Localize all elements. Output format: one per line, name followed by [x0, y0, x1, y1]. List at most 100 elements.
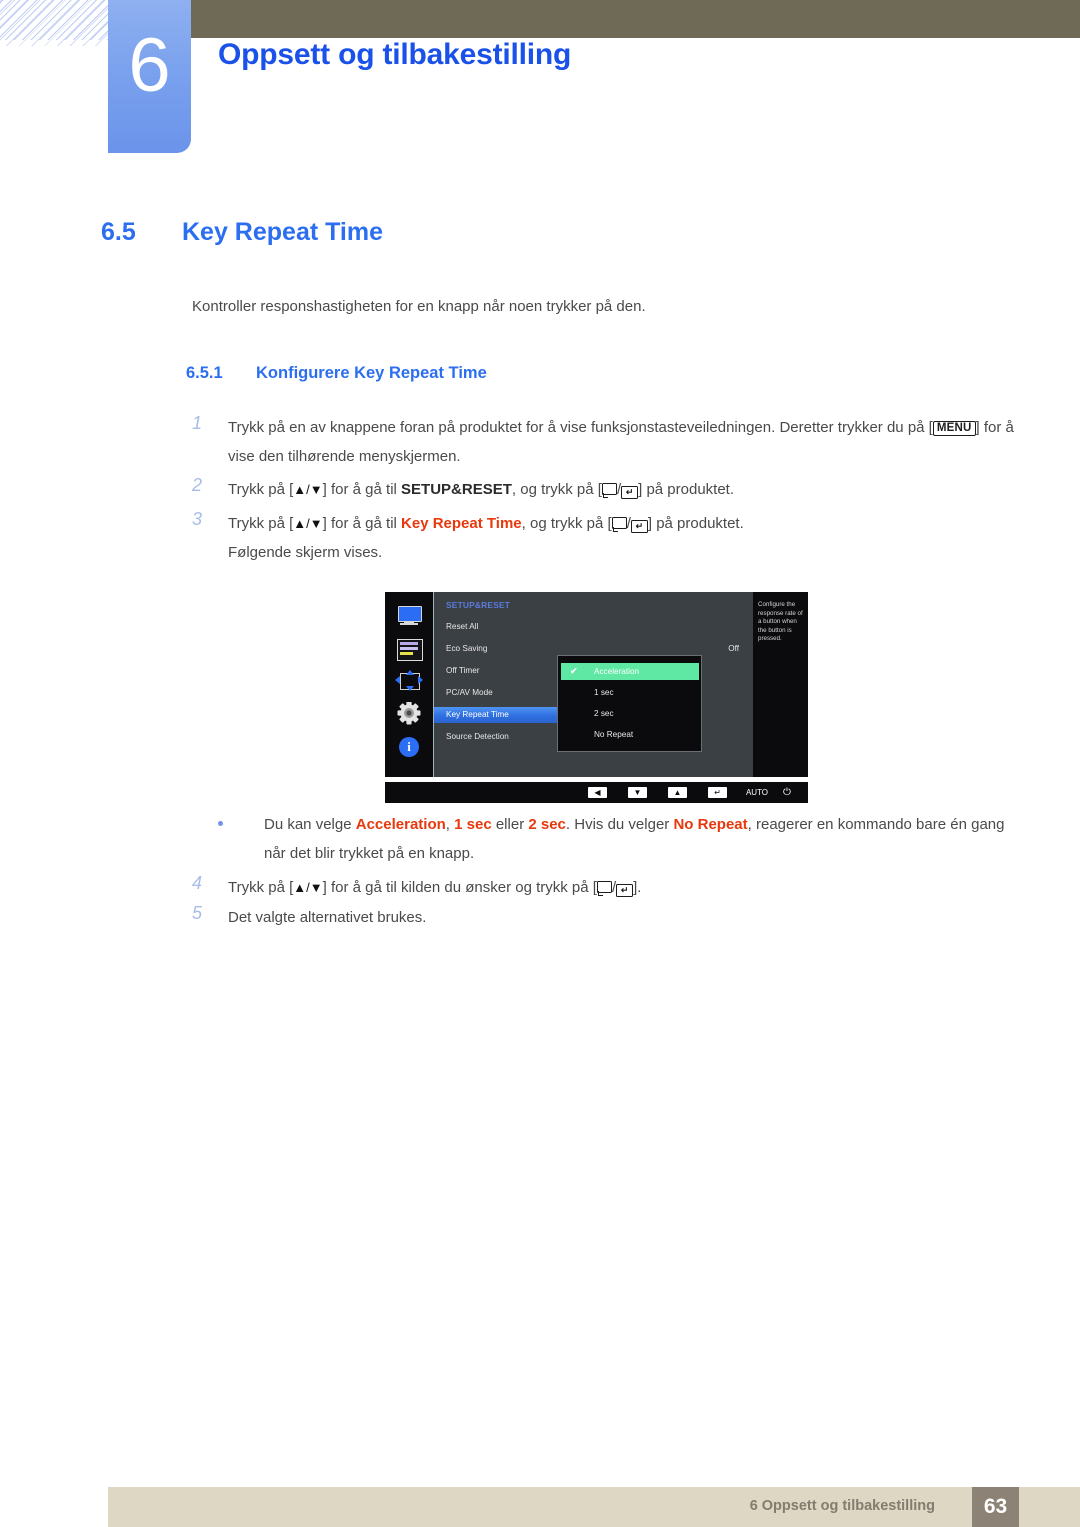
- check-icon: ✔: [570, 666, 578, 676]
- note-option-acceleration: Acceleration: [355, 816, 446, 833]
- step2-text-part2: ] for å gå til: [322, 481, 402, 498]
- note-part3: eller: [491, 816, 529, 833]
- osd-item-value-eco-saving: Off: [728, 644, 739, 653]
- note-option-2sec: 2 sec: [528, 816, 566, 833]
- note-bullet: Du kan velge Acceleration, 1 sec eller 2…: [218, 810, 1008, 868]
- chapter-number: 6: [128, 23, 171, 108]
- osd-submenu-item-1-sec[interactable]: 1 sec: [561, 684, 699, 701]
- step-number: 5: [192, 903, 203, 923]
- power-button[interactable]: ⏻: [779, 787, 795, 798]
- step1-text-part1: Trykk på en av knappene foran på produkt…: [228, 419, 933, 436]
- osd-menu-item-source-detection[interactable]: Source Detection: [434, 729, 574, 745]
- step-text: Trykk på [▲/▼] for å gå til Key Repeat T…: [228, 509, 1022, 567]
- down-button[interactable]: ▼: [628, 787, 647, 798]
- step-text: Det valgte alternativet brukes.: [228, 909, 427, 926]
- osd-item-label: Reset All: [446, 622, 479, 631]
- enter-key-icon: ↵: [621, 486, 639, 499]
- osd-screen: i SETUP&RESET Reset All Eco Saving Off O…: [385, 592, 808, 777]
- page-number: 63: [983, 1495, 1008, 1518]
- left-button[interactable]: ◀: [588, 787, 607, 798]
- position-arrows-icon[interactable]: [395, 670, 423, 694]
- up-down-arrows-icon: ▲/▼: [293, 880, 323, 895]
- up-down-arrows-icon: ▲/▼: [293, 482, 323, 497]
- gear-icon-svg: [397, 701, 421, 725]
- osd-menu-item-off-timer[interactable]: Off Timer: [434, 663, 574, 679]
- osd-menu-item-key-repeat-time[interactable]: Key Repeat Time: [434, 707, 569, 723]
- section-number: 6.5: [101, 218, 136, 246]
- note-option-1sec: 1 sec: [454, 816, 492, 833]
- section-intro-text: Kontroller responshastigheten for en kna…: [192, 298, 646, 315]
- osd-submenu-item-2-sec[interactable]: 2 sec: [561, 705, 699, 722]
- gear-icon[interactable]: [395, 701, 423, 726]
- step4-text-part4: ].: [633, 879, 642, 896]
- menu-keycap: MENU: [932, 421, 976, 436]
- bullet-dot-icon: [218, 821, 223, 826]
- source-box-icon: [601, 483, 617, 498]
- osd-item-label: PC/AV Mode: [446, 688, 493, 697]
- step4-text-part2: ] for å gå til kilden du ønsker og trykk…: [322, 879, 597, 896]
- enter-key-icon: ↵: [630, 520, 648, 533]
- osd-item-label: Key Repeat Time: [446, 710, 509, 719]
- osd-screenshot: i SETUP&RESET Reset All Eco Saving Off O…: [385, 592, 808, 803]
- up-button[interactable]: ▲: [668, 787, 687, 798]
- osd-submenu-item-acceleration[interactable]: ✔ Acceleration: [561, 663, 699, 680]
- osd-submenu-label: 2 sec: [594, 709, 614, 718]
- step-item: 1 Trykk på en av knappene foran på produ…: [192, 413, 1022, 471]
- osd-help-text: Configure the response rate of a button …: [753, 592, 808, 777]
- osd-item-label: Source Detection: [446, 732, 509, 741]
- subsection-title: Konfigurere Key Repeat Time: [256, 364, 487, 382]
- osd-item-label: Eco Saving: [446, 644, 488, 653]
- step-number: 4: [192, 873, 203, 893]
- step-item: 4 Trykk på [▲/▼] for å gå til kilden du …: [192, 873, 1022, 902]
- header-hatch-decoration-dense: [0, 0, 108, 40]
- chapter-title: Oppsett og tilbakestilling: [218, 38, 572, 71]
- osd-item-label: Off Timer: [446, 666, 480, 675]
- note-part4: . Hvis du velger: [565, 816, 674, 833]
- info-icon[interactable]: i: [395, 736, 423, 760]
- osd-submenu: ✔ Acceleration 1 sec 2 sec No Repeat: [557, 655, 702, 752]
- osd-category-label: SETUP&RESET: [446, 600, 511, 610]
- section-title: Key Repeat Time: [182, 218, 384, 246]
- up-down-arrows-icon: ▲/▼: [293, 516, 323, 531]
- subsection-number: 6.5.1: [186, 364, 223, 382]
- step-number: 1: [192, 413, 203, 433]
- osd-submenu-label: 1 sec: [594, 688, 614, 697]
- note-option-norepeat: No Repeat: [673, 816, 748, 833]
- osd-menu-item-pc-av-mode[interactable]: PC/AV Mode: [434, 685, 574, 701]
- osd-icon-column: i: [385, 592, 434, 777]
- osd-submenu-label: Acceleration: [594, 667, 640, 676]
- step-item: 5 Det valgte alternativet brukes.: [192, 903, 1022, 932]
- osd-list-icon[interactable]: [397, 639, 423, 661]
- step3-highlight: Key Repeat Time: [401, 515, 522, 532]
- step3-text-part1: Trykk på [: [228, 515, 294, 532]
- enter-key-icon: ↵: [616, 884, 634, 897]
- step-text: Trykk på [▲/▼] for å gå til SETUP&RESET,…: [228, 481, 735, 499]
- step4-text-part1: Trykk på [: [228, 879, 294, 896]
- step2-highlight: SETUP&RESET: [401, 481, 512, 498]
- osd-submenu-item-no-repeat[interactable]: No Repeat: [561, 726, 699, 743]
- step-text: Trykk på [▲/▼] for å gå til kilden du øn…: [228, 879, 642, 897]
- osd-menu-item-reset-all[interactable]: Reset All: [434, 619, 574, 635]
- step2-text-part4: ] på produktet.: [638, 481, 735, 498]
- step-number: 2: [192, 475, 203, 495]
- note-part2: ,: [445, 816, 455, 833]
- step-number: 3: [192, 509, 203, 529]
- auto-button[interactable]: AUTO: [740, 787, 774, 798]
- monitor-icon[interactable]: [395, 604, 423, 628]
- step-text: Trykk på en av knappene foran på produkt…: [228, 413, 1022, 471]
- step3-text-part4: ] på produktet.: [647, 515, 744, 532]
- source-box-icon: [596, 881, 612, 896]
- step2-text-part3: , og trykk på [: [511, 481, 602, 498]
- note-part1: Du kan velge: [264, 816, 356, 833]
- osd-menu-item-eco-saving[interactable]: Eco Saving: [434, 641, 574, 657]
- footer-chapter-label: 6 Oppsett og tilbakestilling: [749, 1498, 935, 1514]
- enter-button[interactable]: ↵: [708, 787, 727, 798]
- step-item: 2 Trykk på [▲/▼] for å gå til SETUP&RESE…: [192, 475, 1022, 504]
- step3-extra-text: Følgende skjerm vises.: [228, 544, 383, 561]
- step2-text-part1: Trykk på [: [228, 481, 294, 498]
- osd-menu-panel: SETUP&RESET Reset All Eco Saving Off Off…: [434, 592, 753, 777]
- step-item: 3 Trykk på [▲/▼] for å gå til Key Repeat…: [192, 509, 1022, 567]
- header-bar: [190, 0, 1080, 38]
- osd-button-bar: ◀ ▼ ▲ ↵ AUTO ⏻: [385, 782, 808, 803]
- osd-submenu-label: No Repeat: [594, 730, 634, 739]
